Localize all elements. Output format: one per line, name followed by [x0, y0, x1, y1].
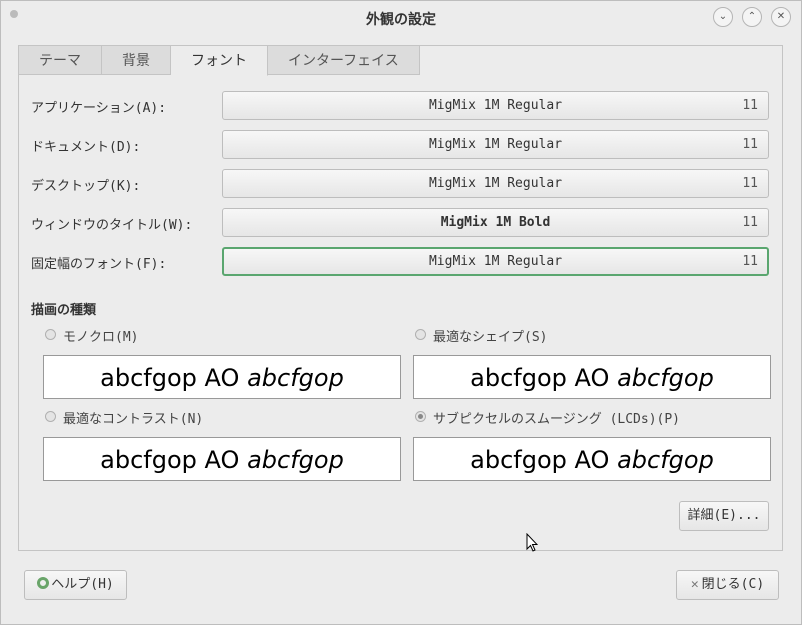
tab-background[interactable]: 背景 [102, 45, 171, 75]
monospace-font-button[interactable]: MigMix 1M Regular 11 [222, 247, 769, 276]
close-button-label: 閉じる(C) [701, 577, 765, 592]
desktop-font-button[interactable]: MigMix 1M Regular 11 [222, 169, 769, 198]
window-title-font-label: ウィンドウのタイトル(W): [31, 218, 193, 233]
window-title: 外観の設定 [366, 12, 436, 28]
tab-theme[interactable]: テーマ [18, 45, 102, 75]
details-button[interactable]: 詳細(E)... [679, 501, 769, 531]
subpixel-smoothing-preview: abcfgop AO abcfgop [413, 437, 771, 481]
window-title-font-button[interactable]: MigMix 1M Bold 11 [222, 208, 769, 237]
font-size: 11 [742, 98, 758, 113]
font-size: 11 [742, 137, 758, 152]
preview-regular-text: abcfgop AO [470, 446, 610, 474]
application-font-label: アプリケーション(A): [31, 101, 167, 116]
tab-interface[interactable]: インターフェイス [268, 45, 420, 75]
tab-fonts[interactable]: フォント [171, 45, 268, 76]
font-size: 11 [742, 254, 758, 269]
title-bar[interactable]: 外観の設定 ⌄ ⌃ ✕ [1, 1, 801, 35]
font-size: 11 [742, 176, 758, 191]
minimize-button[interactable]: ⌄ [713, 7, 733, 27]
monochrome-radio[interactable] [45, 329, 56, 340]
font-name: MigMix 1M Regular [428, 98, 563, 113]
preview-regular-text: abcfgop AO [470, 364, 610, 392]
rendering-heading: 描画の種類 [31, 303, 97, 318]
font-size: 11 [742, 215, 758, 230]
preview-italic-text: abcfgop [247, 364, 344, 392]
mouse-pointer-icon [526, 533, 538, 552]
font-name: MigMix 1M Regular [428, 137, 563, 152]
best-contrast-radio[interactable] [45, 411, 56, 422]
best-contrast-label[interactable]: 最適なコントラスト(N) [63, 408, 203, 427]
preview-italic-text: abcfgop [617, 364, 714, 392]
close-button[interactable]: ✕ 閉じる(C) [676, 570, 779, 600]
best-shape-label[interactable]: 最適なシェイプ(S) [433, 326, 547, 345]
font-name: MigMix 1M Regular [428, 254, 563, 269]
preview-regular-text: abcfgop AO [100, 446, 240, 474]
best-shape-radio[interactable] [415, 329, 426, 340]
monochrome-label[interactable]: モノクロ(M) [63, 326, 138, 345]
preview-italic-text: abcfgop [617, 446, 714, 474]
desktop-font-label: デスクトップ(K): [31, 179, 141, 194]
help-button-label: ヘルプ(H) [51, 577, 114, 592]
preview-regular-text: abcfgop AO [100, 364, 240, 392]
font-name: MigMix 1M Bold [440, 215, 551, 230]
subpixel-smoothing-radio[interactable] [415, 411, 426, 422]
help-lifebuoy-icon [37, 577, 50, 589]
monospace-font-label: 固定幅のフォント(F): [31, 257, 167, 272]
best-shape-preview: abcfgop AO abcfgop [413, 355, 771, 399]
document-font-button[interactable]: MigMix 1M Regular 11 [222, 130, 769, 159]
font-name: MigMix 1M Regular [428, 176, 563, 191]
maximize-button[interactable]: ⌃ [742, 7, 762, 27]
preview-italic-text: abcfgop [247, 446, 344, 474]
help-button[interactable]: ヘルプ(H) [24, 570, 127, 600]
best-contrast-preview: abcfgop AO abcfgop [43, 437, 401, 481]
tab-bar: テーマ 背景 フォント インターフェイス [18, 45, 420, 76]
close-x-icon: ✕ [690, 577, 699, 592]
monochrome-preview: abcfgop AO abcfgop [43, 355, 401, 399]
document-font-label: ドキュメント(D): [31, 140, 141, 155]
close-window-button[interactable]: ✕ [771, 7, 791, 27]
application-font-button[interactable]: MigMix 1M Regular 11 [222, 91, 769, 120]
subpixel-smoothing-label[interactable]: サブピクセルのスムージング (LCDs)(P) [433, 408, 680, 427]
